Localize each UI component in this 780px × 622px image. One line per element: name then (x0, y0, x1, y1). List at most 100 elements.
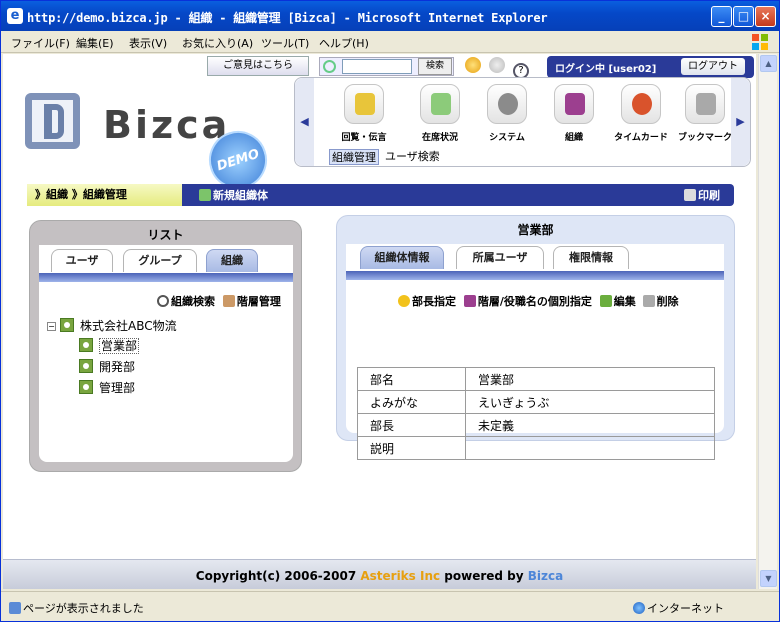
app-label: ブックマーク (677, 133, 732, 143)
wrench-icon (222, 295, 235, 307)
subtab-org-management[interactable]: 組織管理 (329, 149, 379, 165)
tree-root-label: 株式会社ABC物流 (80, 319, 177, 333)
window-title: http://demo.bizca.jp - 組織 - 組織管理 [Bizca]… (27, 11, 548, 25)
tab-permissions[interactable]: 権限情報 (553, 246, 629, 269)
detail-panel: 営業部 組織体情報 所属ユーザ 権限情報 部長指定 階層/役職名の個別指定 編集… (336, 215, 735, 460)
launcher-next-icon[interactable]: ▶ (731, 78, 750, 166)
maximize-button[interactable]: □ (733, 6, 754, 27)
launcher-prev-icon[interactable]: ◀ (295, 78, 314, 166)
assign-head-link[interactable]: 部長指定 (398, 295, 456, 308)
detail-panel-title: 営業部 (517, 223, 554, 237)
menu-edit[interactable]: 編集(E) (76, 35, 114, 51)
field-label: 部名 (357, 367, 466, 391)
menu-view[interactable]: 表示(V) (129, 35, 167, 51)
table-row: 部長 未定義 (357, 413, 715, 437)
individual-title-link[interactable]: 階層/役職名の個別指定 (463, 295, 592, 308)
table-row: 部名 営業部 (357, 367, 715, 391)
globe-icon (633, 602, 645, 614)
app-label: 在席状況 (421, 133, 458, 143)
vertical-scrollbar[interactable]: ▲ ▼ (758, 54, 777, 589)
search-button[interactable]: 検索 (418, 58, 452, 75)
app-label: 組織 (564, 133, 583, 143)
new-organization-label: 新規組織体 (213, 189, 268, 202)
mail-icon[interactable] (489, 57, 505, 73)
logout-button[interactable]: ログアウト (681, 58, 745, 75)
star-icon (398, 295, 410, 307)
collapse-icon[interactable]: − (47, 322, 56, 331)
page-icon (9, 602, 21, 614)
app-system[interactable]: システム (474, 84, 540, 143)
menu-file[interactable]: ファイル(F) (11, 35, 70, 51)
new-organization-link[interactable]: 新規組織体 (199, 187, 268, 203)
circular-icon (344, 84, 384, 124)
ie-icon: e (7, 8, 23, 24)
logo-text: Bizca (103, 103, 231, 147)
assign-head-label: 部長指定 (412, 295, 456, 308)
security-zone-text: インターネット (647, 602, 724, 615)
tree-root[interactable]: − 株式会社ABC物流 (47, 317, 177, 334)
menu-tools[interactable]: ツール(T) (261, 35, 309, 51)
list-tabs: ユーザ グループ 組織 (39, 249, 293, 273)
edit-link[interactable]: 編集 (599, 295, 636, 308)
tab-org-info[interactable]: 組織体情報 (360, 246, 444, 269)
minimize-button[interactable]: _ (711, 6, 732, 27)
close-button[interactable]: × (755, 6, 776, 27)
app-presence[interactable]: 在席状況 (407, 84, 473, 143)
gear-icon (487, 84, 527, 124)
detail-tabs: 組織体情報 所属ユーザ 権限情報 (346, 246, 724, 270)
search-input[interactable] (342, 59, 412, 74)
organization-icon (79, 338, 93, 352)
edit-label: 編集 (613, 295, 636, 308)
menu-bar: ファイル(F) 編集(E) 表示(V) お気に入り(A) ツール(T) ヘルプ(… (1, 31, 779, 53)
printer-icon (684, 189, 696, 201)
table-row: 説明 (357, 436, 715, 460)
scroll-up-icon[interactable]: ▲ (760, 55, 777, 72)
hierarchy-link[interactable]: 階層管理 (222, 295, 281, 308)
individual-title-label: 階層/役職名の個別指定 (477, 295, 592, 308)
org-search-link[interactable]: 組織検索 (157, 295, 215, 308)
bizca-logo[interactable]: Bizca DEMO (25, 89, 295, 197)
tree-item-administration[interactable]: 管理部 (79, 379, 135, 396)
tree-item-label: 開発部 (99, 360, 136, 374)
tab-organizations[interactable]: 組織 (206, 249, 258, 272)
footer: Copyright(c) 2006-2007 Asteriks Inc powe… (3, 559, 756, 589)
organization-icon (554, 84, 594, 124)
feedback-button[interactable]: ご意見はこちら (207, 56, 309, 76)
app-circular[interactable]: 回覧・伝言 (331, 84, 397, 143)
security-zone: インターネット (633, 600, 724, 616)
scroll-down-icon[interactable]: ▼ (760, 570, 777, 587)
org-search-label: 組織検索 (171, 295, 215, 308)
app-bookmark[interactable]: ブックマーク (672, 84, 738, 143)
app-timecard[interactable]: タイムカード (608, 84, 674, 143)
print-label: 印刷 (698, 189, 720, 202)
subtab-user-search[interactable]: ユーザ検索 (383, 149, 442, 165)
tab-members[interactable]: 所属ユーザ (456, 246, 544, 269)
field-value: えいぎょうぶ (465, 390, 715, 414)
app-label: タイムカード (614, 133, 668, 143)
tab-groups[interactable]: グループ (123, 249, 197, 272)
tab-users[interactable]: ユーザ (51, 249, 113, 272)
field-value: 営業部 (465, 367, 715, 391)
search-icon (323, 60, 336, 73)
search-icon (157, 295, 169, 307)
pencil-icon (599, 295, 612, 307)
org-info-table: 部名 営業部 よみがな えいぎょうぶ 部長 未定義 説明 (357, 367, 715, 460)
tree-item-development[interactable]: 開発部 (79, 358, 135, 375)
menu-favorites[interactable]: お気に入り(A) (182, 35, 253, 51)
tree-item-sales[interactable]: 営業部 (79, 337, 140, 354)
status-message: ページが表示されました (9, 600, 144, 616)
product-name: Bizca (527, 569, 564, 583)
add-icon (199, 189, 211, 201)
menu-help[interactable]: ヘルプ(H) (319, 35, 369, 51)
print-link[interactable]: 印刷 (684, 187, 720, 203)
field-label: よみがな (357, 390, 466, 414)
status-message-text: ページが表示されました (23, 602, 144, 615)
breadcrumb-bar: 》組織 》組織管理 新規組織体 印刷 (27, 184, 734, 206)
delete-link[interactable]: 削除 (642, 295, 679, 308)
tree-item-label: 管理部 (99, 381, 136, 395)
copyright-text: Copyright(c) 2006-2007 (195, 569, 361, 583)
app-organization[interactable]: 組織 (541, 84, 607, 143)
breadcrumb[interactable]: 》組織 》組織管理 (27, 184, 182, 206)
status-icon[interactable] (465, 57, 481, 73)
title-bar[interactable]: e http://demo.bizca.jp - 組織 - 組織管理 [Bizc… (1, 1, 779, 31)
